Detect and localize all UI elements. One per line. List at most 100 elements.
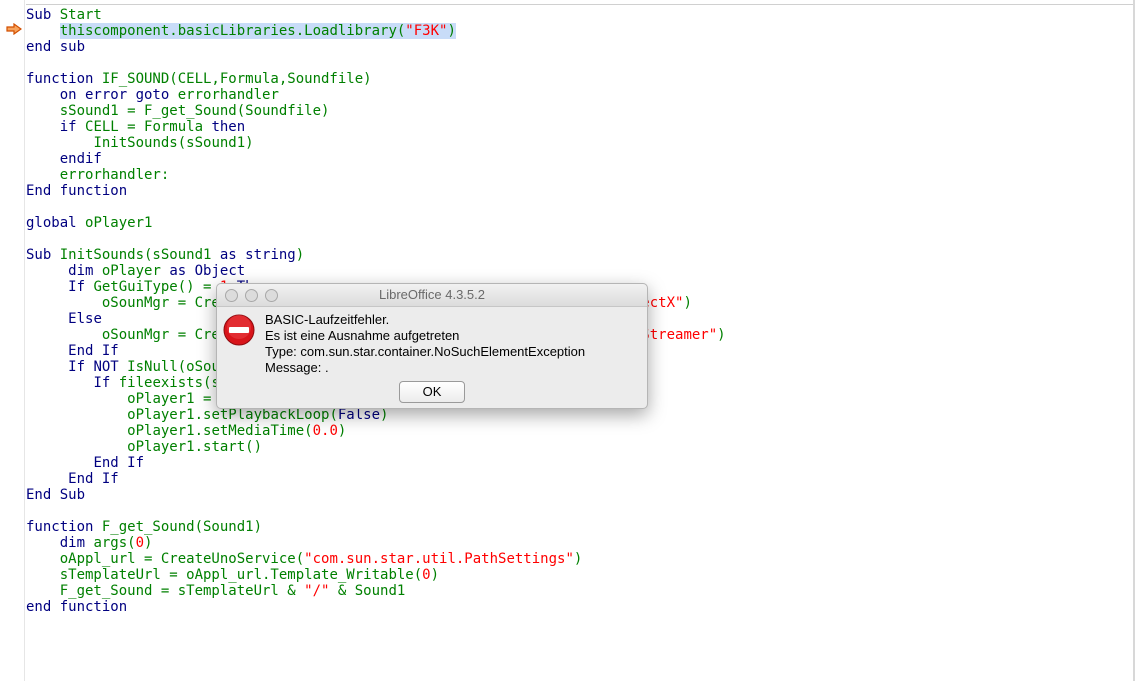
code-line[interactable]: end sub xyxy=(26,39,85,55)
error-message: BASIC-Laufzeitfehler. Es ist eine Ausnah… xyxy=(265,312,585,376)
code-line[interactable]: dim oPlayer as Object xyxy=(26,263,245,279)
code-line[interactable]: on error goto errorhandler xyxy=(26,87,279,103)
code-token: Sub xyxy=(26,247,60,263)
code-line[interactable]: Sub InitSounds(sSound1 as string) xyxy=(26,247,304,263)
code-token: "F3K" xyxy=(405,23,448,39)
dialog-titlebar[interactable]: LibreOffice 4.3.5.2 xyxy=(217,284,647,307)
code-line[interactable]: Else xyxy=(26,311,102,327)
error-line-3: Message: . xyxy=(265,360,329,375)
code-line[interactable]: End If xyxy=(26,455,144,471)
code-token: function xyxy=(26,519,102,535)
code-token: If NOT xyxy=(68,359,128,375)
code-line[interactable]: function IF_SOUND(CELL,Formula,Soundfile… xyxy=(26,71,372,87)
code-line[interactable]: Sub Start xyxy=(26,7,102,23)
code-token: & Sound1 xyxy=(329,583,406,599)
code-token: oPlayer xyxy=(101,263,170,279)
code-token: oPlayer1 xyxy=(85,215,153,231)
code-token: ) xyxy=(380,407,389,423)
code-token: F_get_Sound = sTemplateUrl & xyxy=(59,583,305,599)
code-line[interactable]: dim args(0) xyxy=(26,535,153,551)
ok-button[interactable]: OK xyxy=(399,381,465,403)
code-token: Start xyxy=(59,7,102,23)
code-token: oAppl_url = CreateUnoService( xyxy=(59,551,305,567)
code-token: CELL = Formula xyxy=(85,119,212,135)
editor-gutter[interactable] xyxy=(0,0,25,681)
code-line[interactable]: function F_get_Sound(Sound1) xyxy=(26,519,262,535)
code-token: End If xyxy=(93,455,145,471)
code-token: InitSounds(sSound1) xyxy=(93,135,254,151)
code-line[interactable]: oPlayer1.start() xyxy=(26,439,262,455)
code-token: End function xyxy=(26,183,128,199)
code-token: F_get_Sound(Sound1) xyxy=(101,519,263,535)
code-token: ) xyxy=(683,295,692,311)
error-line-2: Type: com.sun.star.container.NoSuchEleme… xyxy=(265,344,586,359)
code-token: dim xyxy=(59,535,94,551)
code-line[interactable]: oPlayer1.setPlaybackLoop(False) xyxy=(26,407,388,423)
code-line[interactable]: global oPlayer1 xyxy=(26,215,152,231)
code-token: ) xyxy=(447,23,456,39)
code-token: 0 xyxy=(135,535,145,551)
code-token: ) xyxy=(295,247,305,263)
dialog-title: LibreOffice 4.3.5.2 xyxy=(379,287,485,302)
code-line[interactable]: thiscomponent.basicLibraries.Loadlibrary… xyxy=(26,23,456,39)
code-token: as string xyxy=(219,247,296,263)
code-line[interactable]: oAppl_url = CreateUnoService("com.sun.st… xyxy=(26,551,583,567)
code-token: ) xyxy=(717,327,726,343)
code-token: oPlayer1.setPlaybackLoop( xyxy=(127,407,338,423)
code-line[interactable]: sTemplateUrl = oAppl_url.Template_Writab… xyxy=(26,567,439,583)
code-token: endif xyxy=(59,151,102,167)
code-line[interactable]: InitSounds(sSound1) xyxy=(26,135,254,151)
code-line[interactable]: End If xyxy=(26,343,119,359)
code-token: errorhandler: xyxy=(59,167,170,183)
code-line[interactable]: End Sub xyxy=(26,487,85,503)
code-token: thiscomponent.basicLibraries.Loadlibrary… xyxy=(59,23,406,39)
code-token: False xyxy=(337,407,381,423)
code-token: IF_SOUND(CELL,Formula,Soundfile) xyxy=(101,71,372,87)
error-stop-icon xyxy=(223,314,255,346)
code-line[interactable]: End function xyxy=(26,183,127,199)
error-dialog: LibreOffice 4.3.5.2 BASIC-Laufzeitfehler… xyxy=(216,283,648,409)
code-line[interactable]: endif xyxy=(26,151,102,167)
code-token: as Object xyxy=(169,263,246,279)
current-line-arrow-icon xyxy=(6,23,22,35)
code-token: args( xyxy=(93,535,136,551)
code-token: End If xyxy=(68,343,119,359)
code-token: End If xyxy=(68,471,119,487)
code-token: If xyxy=(68,279,94,295)
gutter-divider xyxy=(24,0,25,681)
code-line[interactable]: oPlayer1.setMediaTime(0.0) xyxy=(26,423,346,439)
code-token: on error goto xyxy=(59,87,178,103)
code-line[interactable]: F_get_Sound = sTemplateUrl & "/" & Sound… xyxy=(26,583,406,599)
code-line[interactable]: sSound1 = F_get_Sound(Soundfile) xyxy=(26,103,330,119)
code-line[interactable]: End If xyxy=(26,471,119,487)
code-token: "com.sun.star.util.PathSettings" xyxy=(304,551,574,567)
code-token: GetGuiType() xyxy=(93,279,204,295)
code-line[interactable]: if CELL = Formula then xyxy=(26,119,245,135)
code-token: sSound1 = F_get_Sound(Soundfile) xyxy=(59,103,330,119)
code-token: ) xyxy=(337,423,347,439)
error-line-1: Es ist eine Ausnahme aufgetreten xyxy=(265,328,460,343)
code-token: ) xyxy=(144,535,153,551)
code-token: ) xyxy=(430,567,440,583)
code-line[interactable]: errorhandler: xyxy=(26,167,170,183)
code-line[interactable]: end function xyxy=(26,599,127,615)
